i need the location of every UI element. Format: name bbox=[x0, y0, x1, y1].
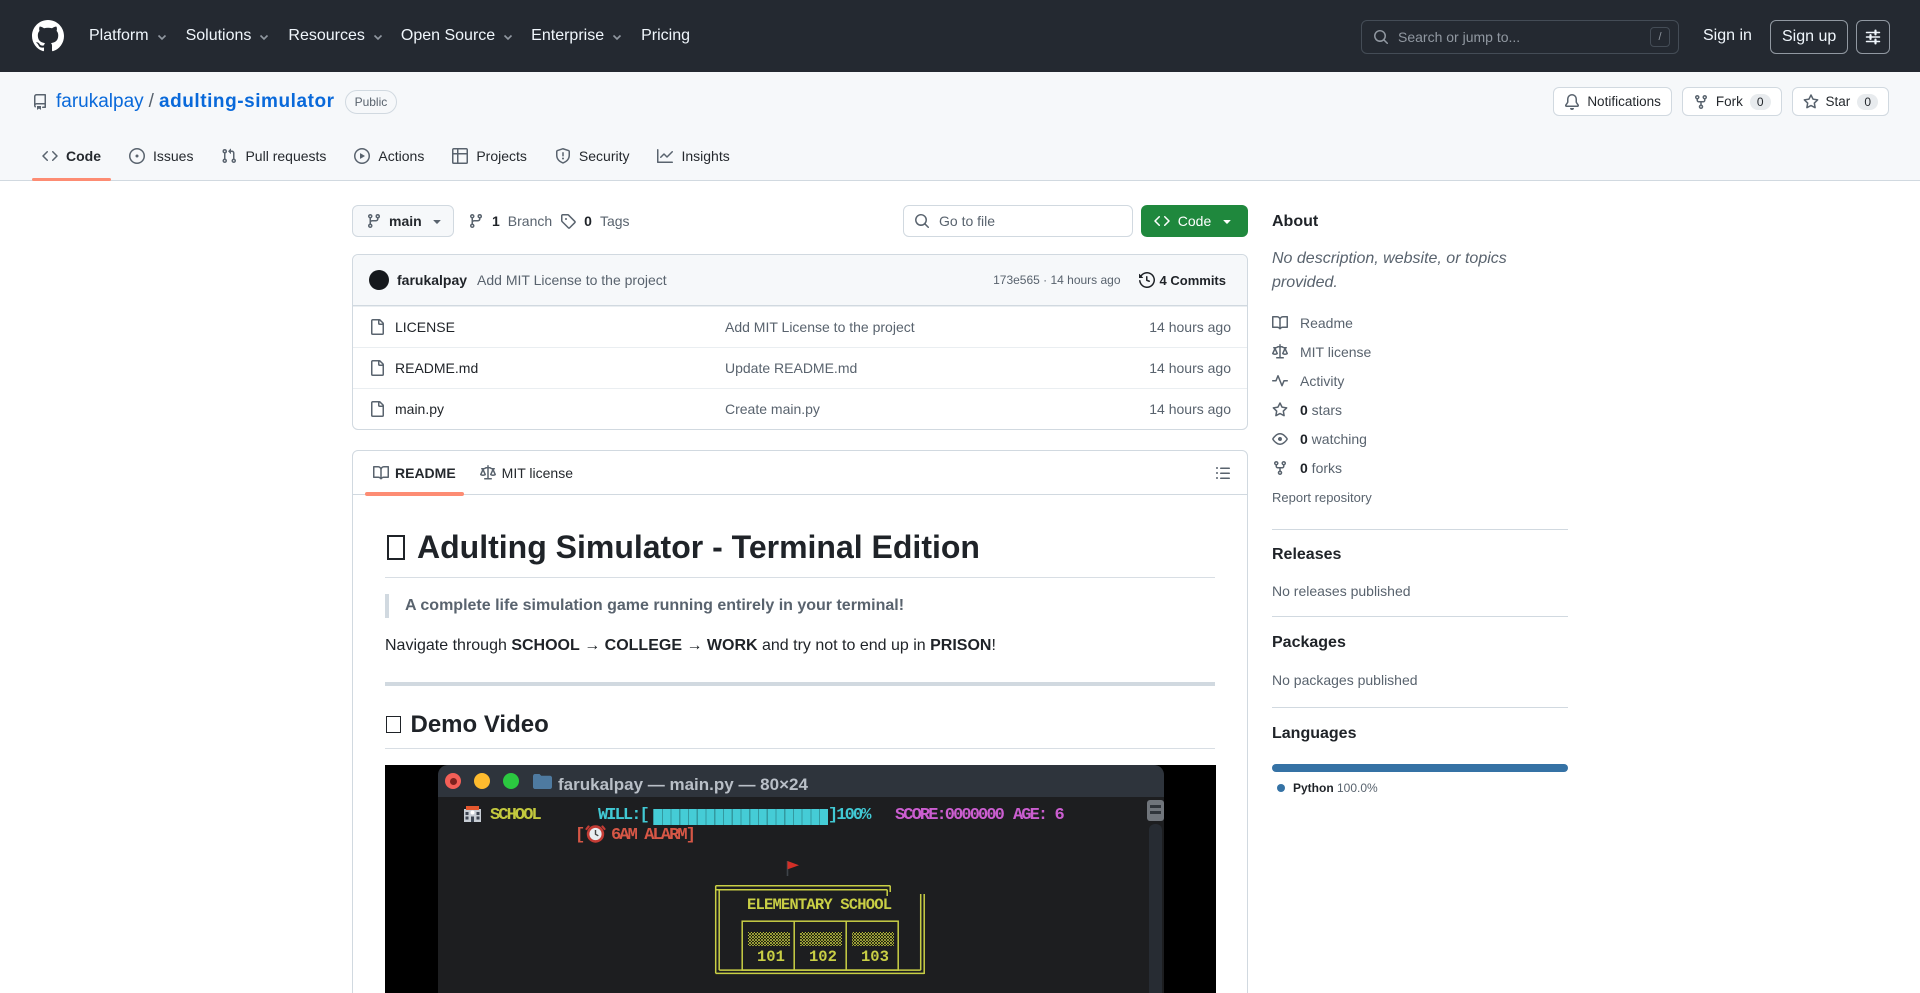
svg-text:102: 102 bbox=[809, 948, 837, 966]
svg-text:103: 103 bbox=[861, 948, 889, 966]
svg-text:101: 101 bbox=[757, 948, 785, 966]
svg-text:ELEMENTARY SCHOOL: ELEMENTARY SCHOOL bbox=[747, 896, 892, 914]
